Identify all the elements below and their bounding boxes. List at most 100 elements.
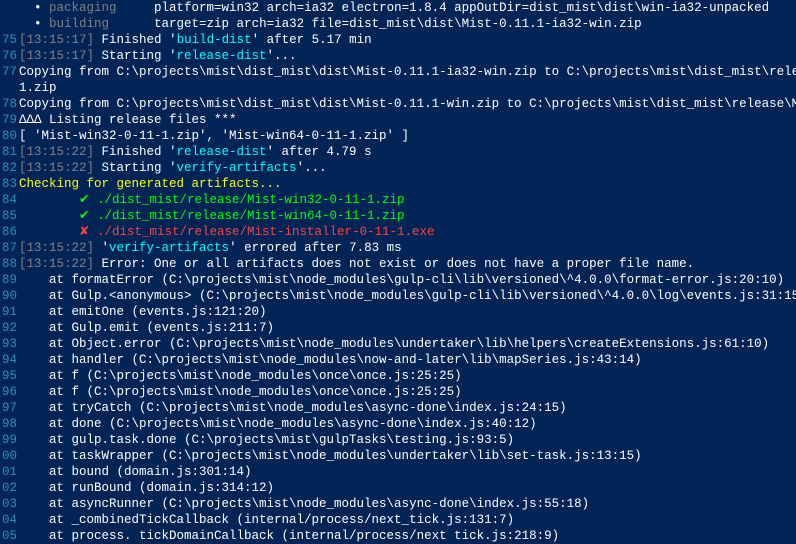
line-content: at f (C:\projects\mist\node_modules\once…: [19, 368, 462, 384]
text-run: [: [19, 33, 27, 47]
text-run: Copying from C:\projects\mist\dist_mist\…: [19, 65, 796, 79]
text-run: [13:15:22]: [19, 241, 102, 255]
line-number: 77: [0, 64, 19, 80]
line-number: 94: [0, 352, 19, 368]
line-number: 87: [0, 240, 19, 256]
terminal-line: 04 at _combinedTickCallback (internal/pr…: [0, 512, 796, 528]
line-content: at emitOne (events.js:121:20): [19, 304, 267, 320]
text-run: at asyncRunner (C:\projects\mist\node_mo…: [19, 497, 589, 511]
text-run: ': [102, 241, 110, 255]
line-content: at process. tickDomainCallback (internal…: [19, 528, 559, 544]
line-number: 95: [0, 368, 19, 384]
terminal-line: 92 at Gulp.emit (events.js:211:7): [0, 320, 796, 336]
line-number: 75: [0, 32, 19, 48]
line-content: Copying from C:\projects\mist\dist_mist\…: [19, 64, 796, 80]
terminal-line: 99 at gulp.task.done (C:\projects\mist\g…: [0, 432, 796, 448]
line-number: 81: [0, 144, 19, 160]
line-content: at _combinedTickCallback (internal/proce…: [19, 512, 514, 528]
text-run: [13:15:22]: [19, 161, 102, 175]
terminal-line: 00 at taskWrapper (C:\projects\mist\node…: [0, 448, 796, 464]
text-run: at emitOne (events.js:121:20): [19, 305, 267, 319]
terminal-line: 95 at f (C:\projects\mist\node_modules\o…: [0, 368, 796, 384]
line-number: 97: [0, 400, 19, 416]
text-run: 13:15:17: [27, 33, 87, 47]
text-run: at f (C:\projects\mist\node_modules\once…: [19, 369, 462, 383]
line-number: 92: [0, 320, 19, 336]
terminal-line: • building target=zip arch=ia32 file=dis…: [0, 16, 796, 32]
line-number: 84: [0, 192, 19, 208]
terminal-line: 03 at asyncRunner (C:\projects\mist\node…: [0, 496, 796, 512]
line-content: at f (C:\projects\mist\node_modules\once…: [19, 384, 462, 400]
line-content: [13:15:22] Finished 'release-dist' after…: [19, 144, 372, 160]
terminal-line: 79ΔΔΔ Listing release files ***: [0, 112, 796, 128]
line-number: 86: [0, 224, 19, 240]
text-run: at runBound (domain.js:314:12): [19, 481, 274, 495]
terminal-line: 86 ✘ ./dist_mist/release/Mist-installer-…: [0, 224, 796, 240]
line-content: at formatError (C:\projects\mist\node_mo…: [19, 272, 784, 288]
line-number: 91: [0, 304, 19, 320]
text-run: Error: One or all artifacts does not exi…: [102, 257, 695, 271]
line-content: at bound (domain.js:301:14): [19, 464, 252, 480]
text-run: release-dist: [177, 49, 267, 63]
line-number: 79: [0, 112, 19, 128]
line-number: 82: [0, 160, 19, 176]
line-content: ΔΔΔ Listing release files ***: [19, 112, 237, 128]
text-run: building: [49, 17, 154, 31]
line-content: [13:15:17] Finished 'build-dist' after 5…: [19, 32, 372, 48]
text-run: Finished ': [102, 33, 177, 47]
terminal-line: • packaging platform=win32 arch=ia32 ele…: [0, 0, 796, 16]
line-content: Copying from C:\projects\mist\dist_mist\…: [19, 96, 796, 112]
text-run: at _combinedTickCallback (internal/proce…: [19, 513, 514, 527]
terminal-line: 87[13:15:22] 'verify-artifacts' errored …: [0, 240, 796, 256]
line-number: 03: [0, 496, 19, 512]
terminal-line: 93 at Object.error (C:\projects\mist\nod…: [0, 336, 796, 352]
text-run: Copying from C:\projects\mist\dist_mist\…: [19, 97, 796, 111]
line-content: ✔ ./dist_mist/release/Mist-win64-0-11-1.…: [19, 208, 405, 224]
text-run: Checking for generated artifacts...: [19, 177, 282, 191]
terminal-line: 75[13:15:17] Finished 'build-dist' after…: [0, 32, 796, 48]
line-content: [13:15:22] Starting 'verify-artifacts'..…: [19, 160, 327, 176]
text-run: release-dist: [177, 145, 267, 159]
terminal-line: 77Copying from C:\projects\mist\dist_mis…: [0, 64, 796, 80]
line-number: 01: [0, 464, 19, 480]
line-number: 93: [0, 336, 19, 352]
terminal-line: 1.zip: [0, 80, 796, 96]
line-number: 96: [0, 384, 19, 400]
text-run: at tryCatch (C:\projects\mist\node_modul…: [19, 401, 567, 415]
line-number: 05: [0, 528, 19, 544]
line-content: [13:15:22] 'verify-artifacts' errored af…: [19, 240, 402, 256]
terminal-line: 01 at bound (domain.js:301:14): [0, 464, 796, 480]
text-run: platform=win32 arch=ia32 electron=1.8.4 …: [154, 1, 769, 15]
text-run: target=zip arch=ia32 file=dist_mist\dist…: [154, 17, 642, 31]
text-run: at gulp.task.done (C:\projects\mist\gulp…: [19, 433, 514, 447]
text-run: verify-artifacts: [109, 241, 229, 255]
text-run: [13:15:22]: [19, 145, 102, 159]
text-run: at formatError (C:\projects\mist\node_mo…: [19, 273, 784, 287]
text-run: ' errored after 7.83 ms: [229, 241, 402, 255]
line-number: 00: [0, 448, 19, 464]
line-number: [0, 0, 19, 16]
terminal-line: 98 at done (C:\projects\mist\node_module…: [0, 416, 796, 432]
line-number: 78: [0, 96, 19, 112]
text-run: at process. tickDomainCallback (internal…: [19, 529, 559, 543]
terminal-line: 94 at handler (C:\projects\mist\node_mod…: [0, 352, 796, 368]
text-run: ΔΔΔ Listing release files ***: [19, 113, 237, 127]
text-run: verify-artifacts: [177, 161, 297, 175]
text-run: ]: [87, 33, 102, 47]
line-number: 80: [0, 128, 19, 144]
line-content: 1.zip: [19, 80, 57, 96]
text-run: Starting ': [102, 161, 177, 175]
line-content: at Gulp.<anonymous> (C:\projects\mist\no…: [19, 288, 796, 304]
text-run: at done (C:\projects\mist\node_modules\a…: [19, 417, 537, 431]
terminal-line: 02 at runBound (domain.js:314:12): [0, 480, 796, 496]
terminal-output[interactable]: • packaging platform=win32 arch=ia32 ele…: [0, 0, 796, 544]
line-content: at handler (C:\projects\mist\node_module…: [19, 352, 642, 368]
line-number: 88: [0, 256, 19, 272]
text-run: •: [19, 1, 49, 15]
text-run: at f (C:\projects\mist\node_modules\once…: [19, 385, 462, 399]
text-run: at Gulp.<anonymous> (C:\projects\mist\no…: [19, 289, 796, 303]
text-run: [ 'Mist-win32-0-11-1.zip', 'Mist-win64-0…: [19, 129, 409, 143]
line-number: 83: [0, 176, 19, 192]
terminal-line: 84 ✔ ./dist_mist/release/Mist-win32-0-11…: [0, 192, 796, 208]
line-content: at done (C:\projects\mist\node_modules\a…: [19, 416, 537, 432]
